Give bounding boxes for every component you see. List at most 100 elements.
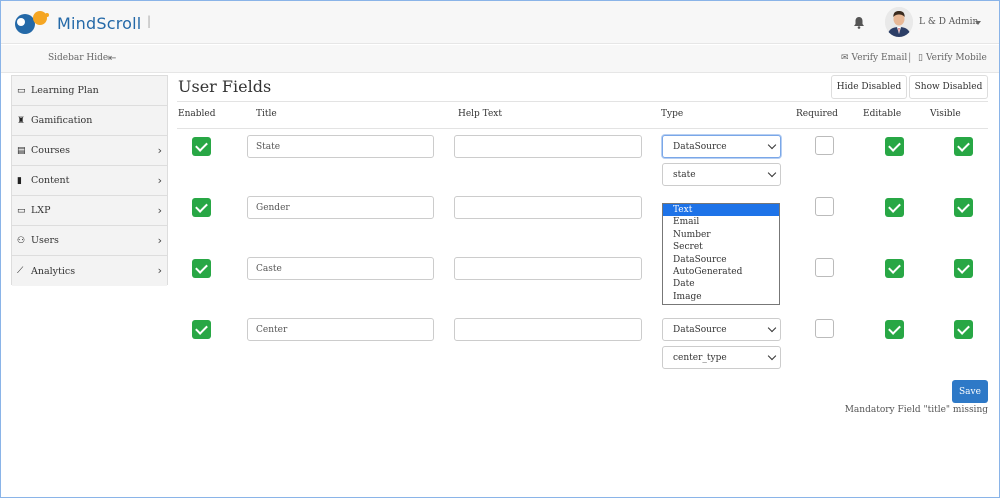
datasource-select-value: center_type: [673, 352, 727, 363]
chevron-right-icon: ›: [157, 174, 162, 187]
type-option-date[interactable]: Date: [663, 278, 779, 290]
sidebar-item-label: Analytics: [31, 265, 76, 277]
sidebar-item-label: Content: [31, 175, 70, 186]
sidebar-item-label: Learning Plan: [31, 85, 99, 96]
users-icon: ⚇: [17, 235, 26, 246]
column-header-title: Title: [256, 109, 277, 119]
help-text-input[interactable]: [454, 318, 642, 341]
title-input[interactable]: Caste: [247, 257, 434, 280]
help-text-input[interactable]: [454, 196, 642, 219]
type-select[interactable]: DataSource: [662, 318, 781, 341]
type-option-email[interactable]: Email: [663, 216, 779, 228]
editable-checkbox[interactable]: [885, 259, 904, 278]
show-disabled-button[interactable]: Show Disabled: [909, 75, 988, 99]
required-checkbox[interactable]: [815, 258, 834, 277]
verify-email-link[interactable]: ✉ Verify Email: [841, 53, 907, 63]
card-icon: ▤: [17, 145, 26, 156]
editable-checkbox[interactable]: [885, 320, 904, 339]
type-option-text[interactable]: Text: [663, 204, 779, 217]
chevron-down-icon: [767, 168, 777, 178]
sidebar: ▭ Learning Plan ♜ Gamification ▤ Courses…: [11, 75, 168, 286]
envelope-icon: ✉: [841, 53, 849, 63]
type-option-datasource[interactable]: DataSource: [663, 254, 779, 266]
column-header-visible: Visible: [930, 109, 961, 119]
enabled-checkbox[interactable]: [192, 320, 211, 339]
book-icon: ▭: [17, 85, 26, 96]
brand-name[interactable]: MindScroll: [57, 14, 141, 33]
column-header-type: Type: [661, 109, 684, 119]
enabled-checkbox[interactable]: [192, 137, 211, 156]
column-header-enabled: Enabled: [178, 109, 216, 119]
sidebar-item-label: LXP: [31, 205, 51, 216]
type-option-secret[interactable]: Secret: [663, 241, 779, 253]
help-text-input[interactable]: [454, 135, 642, 158]
required-checkbox[interactable]: [815, 136, 834, 155]
required-checkbox[interactable]: [815, 197, 834, 216]
chevron-right-icon: ›: [157, 234, 162, 247]
save-button[interactable]: Save: [952, 380, 988, 403]
visible-checkbox[interactable]: [954, 320, 973, 339]
avatar[interactable]: [885, 7, 913, 37]
user-menu[interactable]: L & D Admin: [919, 17, 978, 27]
sub-toolbar: Sidebar Hide ⇤ ✉ Verify Email | ▯ Verify M…: [1, 45, 999, 73]
sidebar-item-label: Gamification: [31, 115, 93, 126]
datasource-select[interactable]: center_type: [662, 346, 781, 369]
help-text-input[interactable]: [454, 257, 642, 280]
editable-checkbox[interactable]: [885, 198, 904, 217]
sidebar-item-courses[interactable]: ▤ Courses ›: [12, 136, 167, 166]
chevron-right-icon: ›: [157, 144, 162, 157]
enabled-checkbox[interactable]: [192, 198, 211, 217]
sidebar-item-label: Users: [31, 235, 59, 246]
type-select[interactable]: DataSource: [662, 135, 781, 158]
chevron-right-icon: ›: [157, 204, 162, 217]
visible-checkbox[interactable]: [954, 198, 973, 217]
mindscroll-logo-icon[interactable]: [13, 9, 55, 37]
hide-disabled-button[interactable]: Hide Disabled: [831, 75, 907, 99]
title-input[interactable]: Center: [247, 318, 434, 341]
title-input[interactable]: State: [247, 135, 434, 158]
bell-icon[interactable]: [853, 16, 865, 29]
enabled-checkbox[interactable]: [192, 259, 211, 278]
title-input[interactable]: Gender: [247, 196, 434, 219]
editable-checkbox[interactable]: [885, 137, 904, 156]
book-icon: ▭: [17, 205, 26, 216]
divider: [177, 128, 988, 129]
chevron-down-icon: [767, 351, 777, 361]
chevron-down-icon: [767, 323, 777, 333]
brand-separator: |: [147, 14, 152, 28]
type-select-value: DataSource: [673, 324, 727, 335]
mobile-icon: ▯: [918, 53, 923, 63]
file-icon: ▮: [17, 175, 22, 186]
trophy-icon: ♜: [17, 115, 26, 126]
visible-checkbox[interactable]: [954, 137, 973, 156]
type-option-number[interactable]: Number: [663, 229, 779, 241]
verify-mobile-link[interactable]: ▯ Verify Mobile: [918, 53, 987, 63]
chart-line-icon: ⟋: [17, 266, 24, 276]
datasource-select[interactable]: state: [662, 163, 781, 186]
sidebar-item-analytics[interactable]: ⟋ Analytics ›: [12, 256, 167, 286]
collapse-left-icon[interactable]: ⇤: [108, 53, 116, 64]
sidebar-item-gamification[interactable]: ♜ Gamification: [12, 106, 167, 136]
sidebar-item-lxp[interactable]: ▭ LXP ›: [12, 196, 167, 226]
chevron-down-icon: [767, 140, 777, 150]
type-dropdown-list[interactable]: Text Email Number Secret DataSource Auto…: [662, 203, 780, 305]
chevron-right-icon: ›: [157, 264, 162, 277]
type-option-image[interactable]: Image: [663, 291, 779, 303]
required-checkbox[interactable]: [815, 319, 834, 338]
verify-email-label: Verify Email: [851, 53, 908, 63]
sidebar-item-users[interactable]: ⚇ Users ›: [12, 226, 167, 256]
verify-separator: |: [908, 52, 912, 63]
column-header-required: Required: [796, 109, 838, 119]
type-option-autogenerated[interactable]: AutoGenerated: [663, 266, 779, 278]
top-header: MindScroll | L & D Admin: [1, 1, 999, 44]
page-title: User Fields: [178, 77, 272, 96]
divider: [177, 101, 988, 102]
sidebar-item-content[interactable]: ▮ Content ›: [12, 166, 167, 196]
visible-checkbox[interactable]: [954, 259, 973, 278]
column-header-editable: Editable: [863, 109, 902, 119]
validation-message: Mandatory Field "title" missing: [844, 405, 988, 415]
caret-down-icon[interactable]: [975, 21, 981, 25]
verify-mobile-label: Verify Mobile: [925, 53, 987, 63]
sidebar-item-learning-plan[interactable]: ▭ Learning Plan: [12, 76, 167, 106]
sidebar-hide-link[interactable]: Sidebar Hide: [48, 53, 108, 63]
